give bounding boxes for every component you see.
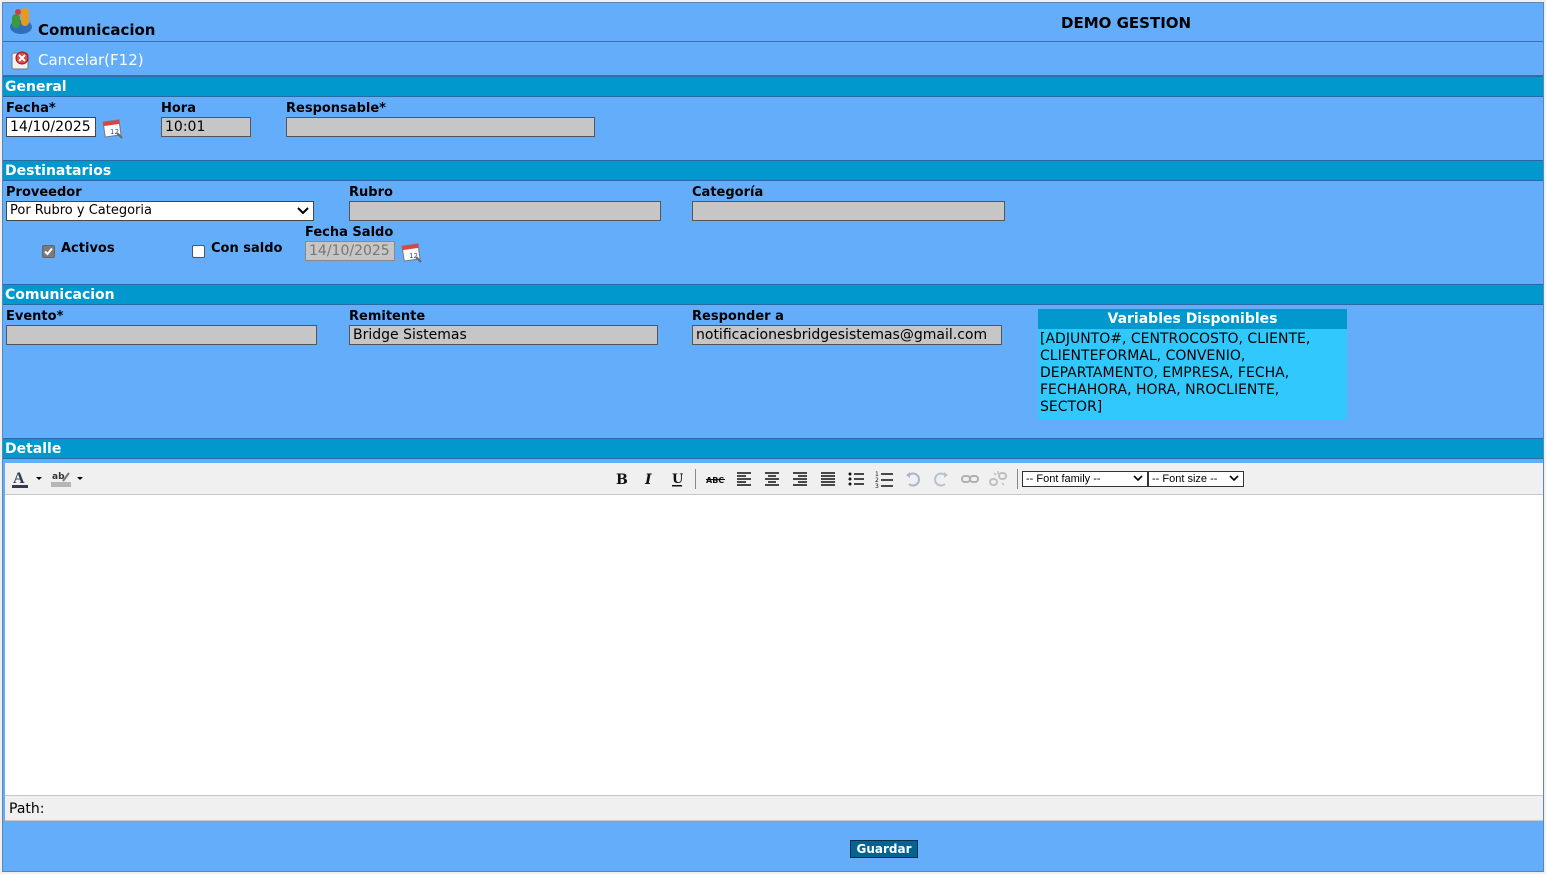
responsable-label: Responsable* <box>286 101 386 116</box>
font-size-select[interactable]: -- Font size -- <box>1148 471 1244 487</box>
window-title: Comunicacion <box>38 21 156 39</box>
remitente-label: Remitente <box>349 309 426 324</box>
svg-text:3: 3 <box>875 483 879 488</box>
svg-text:B: B <box>616 472 628 487</box>
chevron-down-icon <box>297 207 309 215</box>
chevron-down-icon <box>1133 475 1143 482</box>
section-comunicacion: Comunicacion <box>3 284 1543 305</box>
categoria-input[interactable] <box>692 201 1005 221</box>
con-saldo-label: Con saldo <box>211 241 283 256</box>
action-toolbar <box>3 43 1543 76</box>
align-left-icon[interactable] <box>733 469 755 489</box>
svg-text:I: I <box>644 472 652 487</box>
chevron-down-icon <box>1229 475 1239 482</box>
font-color-icon[interactable]: A <box>10 469 44 489</box>
categoria-label: Categoría <box>692 185 764 200</box>
responder-input[interactable]: notificacionesbridgesistemas@gmail.com <box>692 325 1002 345</box>
align-right-icon[interactable] <box>789 469 811 489</box>
title-bar <box>3 3 1543 42</box>
bullet-list-icon[interactable] <box>845 469 867 489</box>
fecha-input[interactable]: 14/10/2025 <box>6 117 96 137</box>
highlight-color-icon[interactable]: ab <box>49 469 83 489</box>
fecha-label: Fecha* <box>6 101 56 116</box>
section-destinatarios: Destinatarios <box>3 160 1543 181</box>
remitente-input[interactable]: Bridge Sistemas <box>349 325 658 345</box>
save-button[interactable]: Guardar <box>850 840 918 858</box>
proveedor-label: Proveedor <box>6 185 82 200</box>
activos-label: Activos <box>61 241 115 256</box>
font-size-placeholder: -- Font size -- <box>1152 473 1218 485</box>
variables-title: Variables Disponibles <box>1038 309 1347 329</box>
app-logo-icon <box>10 8 32 34</box>
activos-checkbox[interactable] <box>42 245 55 258</box>
editor-toolbar: A ab B I U ABC 123 -- Font family -- -- … <box>5 463 1543 495</box>
link-icon[interactable] <box>959 469 981 489</box>
svg-text:ABC: ABC <box>706 476 724 485</box>
responder-label: Responder a <box>692 309 784 324</box>
hora-label: Hora <box>161 101 196 116</box>
rubro-label: Rubro <box>349 185 393 200</box>
checkmark-icon <box>44 247 53 256</box>
responsable-input[interactable] <box>286 117 595 137</box>
editor-path-bar: Path: <box>5 795 1543 821</box>
unlink-icon[interactable] <box>987 469 1009 489</box>
main-window: Comunicacion DEMO GESTION Cancelar(F12) … <box>2 2 1544 872</box>
toolbar-separator <box>695 469 696 489</box>
cancel-icon[interactable] <box>9 48 33 72</box>
font-family-placeholder: -- Font family -- <box>1026 473 1101 485</box>
redo-icon[interactable] <box>931 469 953 489</box>
rubro-input[interactable] <box>349 201 661 221</box>
underline-icon[interactable]: U <box>666 469 688 489</box>
con-saldo-checkbox[interactable] <box>192 245 205 258</box>
align-justify-icon[interactable] <box>817 469 839 489</box>
variables-list: [ADJUNTO#, CENTROCOSTO, CLIENTE, CLIENTE… <box>1038 329 1347 419</box>
calendar-icon[interactable]: 12 <box>400 241 424 263</box>
proveedor-selected-value: Por Rubro y Categoria <box>10 203 152 218</box>
hora-input[interactable]: 10:01 <box>161 117 251 137</box>
evento-input[interactable] <box>6 325 317 345</box>
svg-text:U: U <box>672 472 684 487</box>
fecha-saldo-input[interactable]: 14/10/2025 <box>305 241 395 261</box>
detail-editor[interactable] <box>5 495 1543 795</box>
undo-icon[interactable] <box>901 469 923 489</box>
font-family-select[interactable]: -- Font family -- <box>1022 471 1148 487</box>
evento-label: Evento* <box>6 309 64 324</box>
strikethrough-icon[interactable]: ABC <box>705 469 727 489</box>
proveedor-select[interactable]: Por Rubro y Categoria <box>6 201 314 221</box>
section-detalle: Detalle <box>3 438 1543 459</box>
company-name: DEMO GESTION <box>1061 14 1192 32</box>
svg-text:A: A <box>13 470 25 487</box>
section-general: General <box>3 76 1543 97</box>
numbered-list-icon[interactable]: 123 <box>873 469 895 489</box>
calendar-icon[interactable]: 12 <box>101 117 125 139</box>
bold-icon[interactable]: B <box>610 469 632 489</box>
fecha-saldo-label: Fecha Saldo <box>305 225 394 240</box>
cancel-button[interactable]: Cancelar(F12) <box>38 51 144 69</box>
align-center-icon[interactable] <box>761 469 783 489</box>
italic-icon[interactable]: I <box>638 469 660 489</box>
toolbar-separator <box>1017 469 1018 489</box>
